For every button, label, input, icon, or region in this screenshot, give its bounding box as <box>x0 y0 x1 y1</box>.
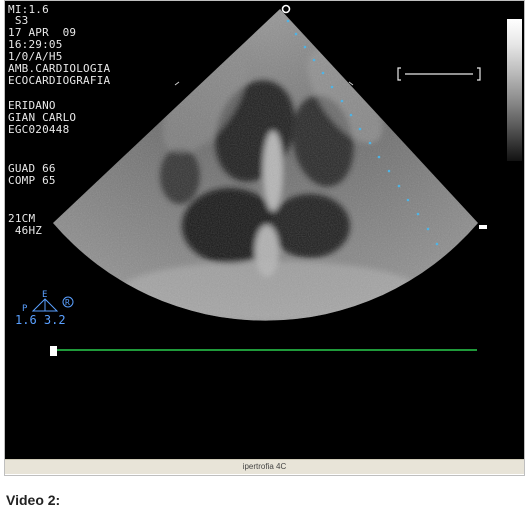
depth-marker <box>479 225 487 229</box>
indicator-values: 1.6 3.2 <box>15 313 66 327</box>
overlay-date: 17 APR 09 <box>8 26 77 39</box>
gain-value: GUAD 66 <box>8 162 56 175</box>
overlay-probe-settings: 1/0/A/H5 <box>8 50 63 63</box>
overlay-exam-type: ECOCARDIOGRAFIA <box>8 74 111 87</box>
patient-surname: ERIDANO <box>8 99 56 112</box>
patient-id: EGC020448 <box>8 123 70 136</box>
indicator-letter-r: R <box>65 298 70 307</box>
video-label: Video 2: <box>6 492 61 508</box>
overlay-time: 16:29:05 <box>8 38 63 51</box>
video-caption-bar: ipertrofia 4C <box>5 459 524 474</box>
grayscale-bar <box>507 19 522 161</box>
scale-bracket-icon <box>397 67 481 81</box>
overlay-department: AMB.CARDIOLOGIA <box>8 62 111 75</box>
indicator-letter-e: E <box>42 290 47 300</box>
overlay-s3: S3 <box>8 14 29 27</box>
ultrasound-screen: MI:1.6 S3 17 APR 09 16:29:05 1/0/A/H5 AM… <box>5 1 524 459</box>
video-caption: ipertrofia 4C <box>242 462 287 471</box>
ecg-cursor <box>50 346 57 356</box>
patient-name: GIAN CARLO <box>8 111 77 124</box>
ecg-trace <box>57 349 477 351</box>
compression-value: COMP 65 <box>8 174 56 187</box>
probe-orientation-marker-icon <box>281 4 291 14</box>
depth-value: 21CM <box>8 212 36 225</box>
frame-rate-value: 46HZ <box>8 224 43 237</box>
